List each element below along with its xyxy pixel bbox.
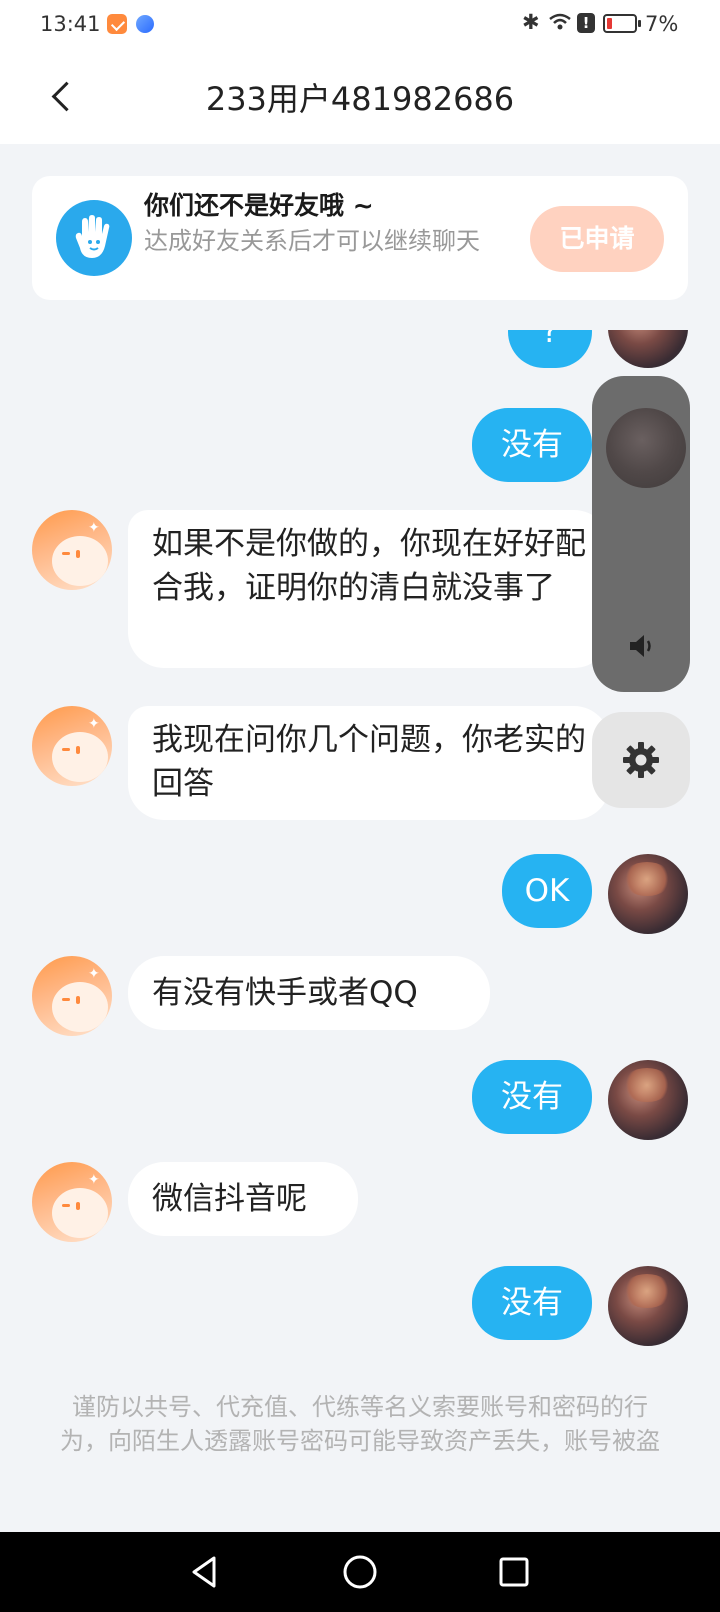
message-bubble-sent[interactable]: 没有: [472, 408, 592, 482]
my-avatar[interactable]: [608, 1266, 688, 1346]
message-bubble-received[interactable]: 有没有快手或者QQ: [128, 956, 490, 1030]
friend-request-card: 你们还不是好友哦 ~ 达成好友关系后才可以继续聊天 已申请: [32, 176, 688, 300]
chat-header: 233用户481982686: [0, 50, 720, 144]
security-disclaimer: 谨防以共号、代充值、代练等名义索要账号和密码的行为，向陌生人透露账号密码可能导致…: [60, 1393, 660, 1455]
status-time: 13:41: [40, 12, 101, 36]
app-notification-icon-2: [136, 15, 154, 33]
other-user-avatar[interactable]: ✦: [32, 510, 112, 590]
other-user-avatar[interactable]: ✦: [32, 1162, 112, 1242]
nav-recents-icon[interactable]: [494, 1552, 534, 1592]
page-title: 233用户481982686: [205, 80, 515, 118]
applied-button[interactable]: 已申请: [530, 206, 664, 272]
status-bar: 13:41 ✱ ! 7%: [0, 0, 720, 50]
my-avatar[interactable]: [608, 1060, 688, 1140]
nav-back-icon[interactable]: [186, 1552, 226, 1592]
system-navigation-bar: [0, 1532, 720, 1612]
waving-hand-icon: [56, 200, 132, 276]
other-user-avatar[interactable]: ✦: [32, 956, 112, 1036]
floating-avatar[interactable]: [606, 408, 686, 488]
my-avatar[interactable]: [608, 854, 688, 934]
friend-card-title: 你们还不是好友哦 ~: [144, 191, 374, 220]
app-notification-icon: [107, 14, 127, 34]
my-avatar[interactable]: [608, 330, 688, 368]
bluetooth-icon: ✱: [522, 10, 540, 34]
battery-percent: 7%: [645, 12, 679, 36]
message-bubble-sent[interactable]: 没有: [472, 1266, 592, 1340]
message-bubble-sent[interactable]: ?: [508, 330, 592, 368]
settings-button[interactable]: [592, 712, 690, 808]
message-bubble-sent[interactable]: OK: [502, 854, 592, 928]
message-bubble-received[interactable]: 微信抖音呢: [128, 1162, 358, 1236]
message-bubble-received[interactable]: 如果不是你做的，你现在好好配合我，证明你的清白就没事了: [128, 510, 610, 668]
wifi-icon: [549, 13, 571, 30]
nav-home-icon[interactable]: [340, 1552, 380, 1592]
floating-voice-panel[interactable]: [592, 376, 690, 692]
battery-icon: [603, 14, 641, 33]
other-user-avatar[interactable]: ✦: [32, 706, 112, 786]
message-bubble-sent[interactable]: 没有: [472, 1060, 592, 1134]
friend-card-subtitle: 达成好友关系后才可以继续聊天: [144, 227, 480, 255]
alert-icon: !: [577, 13, 595, 33]
speaker-icon[interactable]: [626, 632, 656, 660]
gear-icon: [623, 742, 659, 778]
message-bubble-received[interactable]: 我现在问你几个问题，你老实的回答: [128, 706, 610, 820]
